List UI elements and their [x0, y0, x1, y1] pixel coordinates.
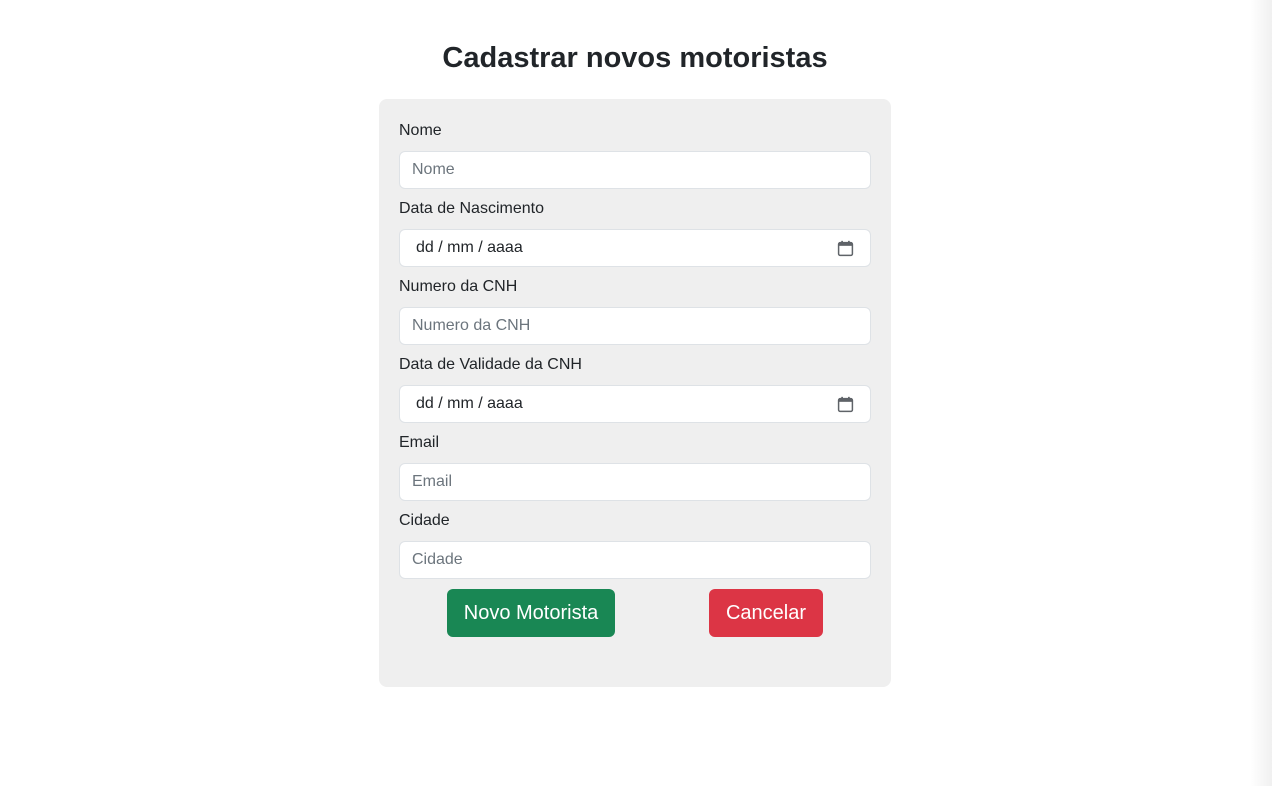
calendar-icon[interactable] — [837, 240, 854, 257]
birth-date-value: dd / mm / aaaa — [416, 239, 523, 256]
birth-date-input[interactable]: dd / mm / aaaa — [399, 229, 871, 267]
page-title: Cadastrar novos motoristas — [442, 42, 828, 74]
city-label: Cidade — [399, 512, 450, 529]
birth-date-label: Data de Nascimento — [399, 200, 544, 217]
cnh-number-label: Numero da CNH — [399, 278, 518, 295]
city-input[interactable] — [399, 541, 871, 579]
email-input[interactable] — [399, 463, 871, 501]
name-label: Nome — [399, 122, 442, 139]
cnh-expiry-label: Data de Validade da CNH — [399, 356, 582, 373]
form-actions: Novo Motorista Cancelar — [379, 589, 891, 637]
email-label: Email — [399, 434, 440, 451]
cnh-expiry-input[interactable]: dd / mm / aaaa — [399, 385, 871, 423]
page-edge-shadow — [1250, 0, 1272, 786]
driver-form: Nome Data de Nascimento dd / mm / aaaa N… — [379, 99, 891, 687]
calendar-icon[interactable] — [837, 396, 854, 413]
name-input[interactable] — [399, 151, 871, 189]
cnh-expiry-value: dd / mm / aaaa — [416, 395, 523, 412]
new-driver-button[interactable]: Novo Motorista — [447, 589, 615, 637]
cancel-button[interactable]: Cancelar — [709, 589, 823, 637]
cnh-number-input[interactable] — [399, 307, 871, 345]
